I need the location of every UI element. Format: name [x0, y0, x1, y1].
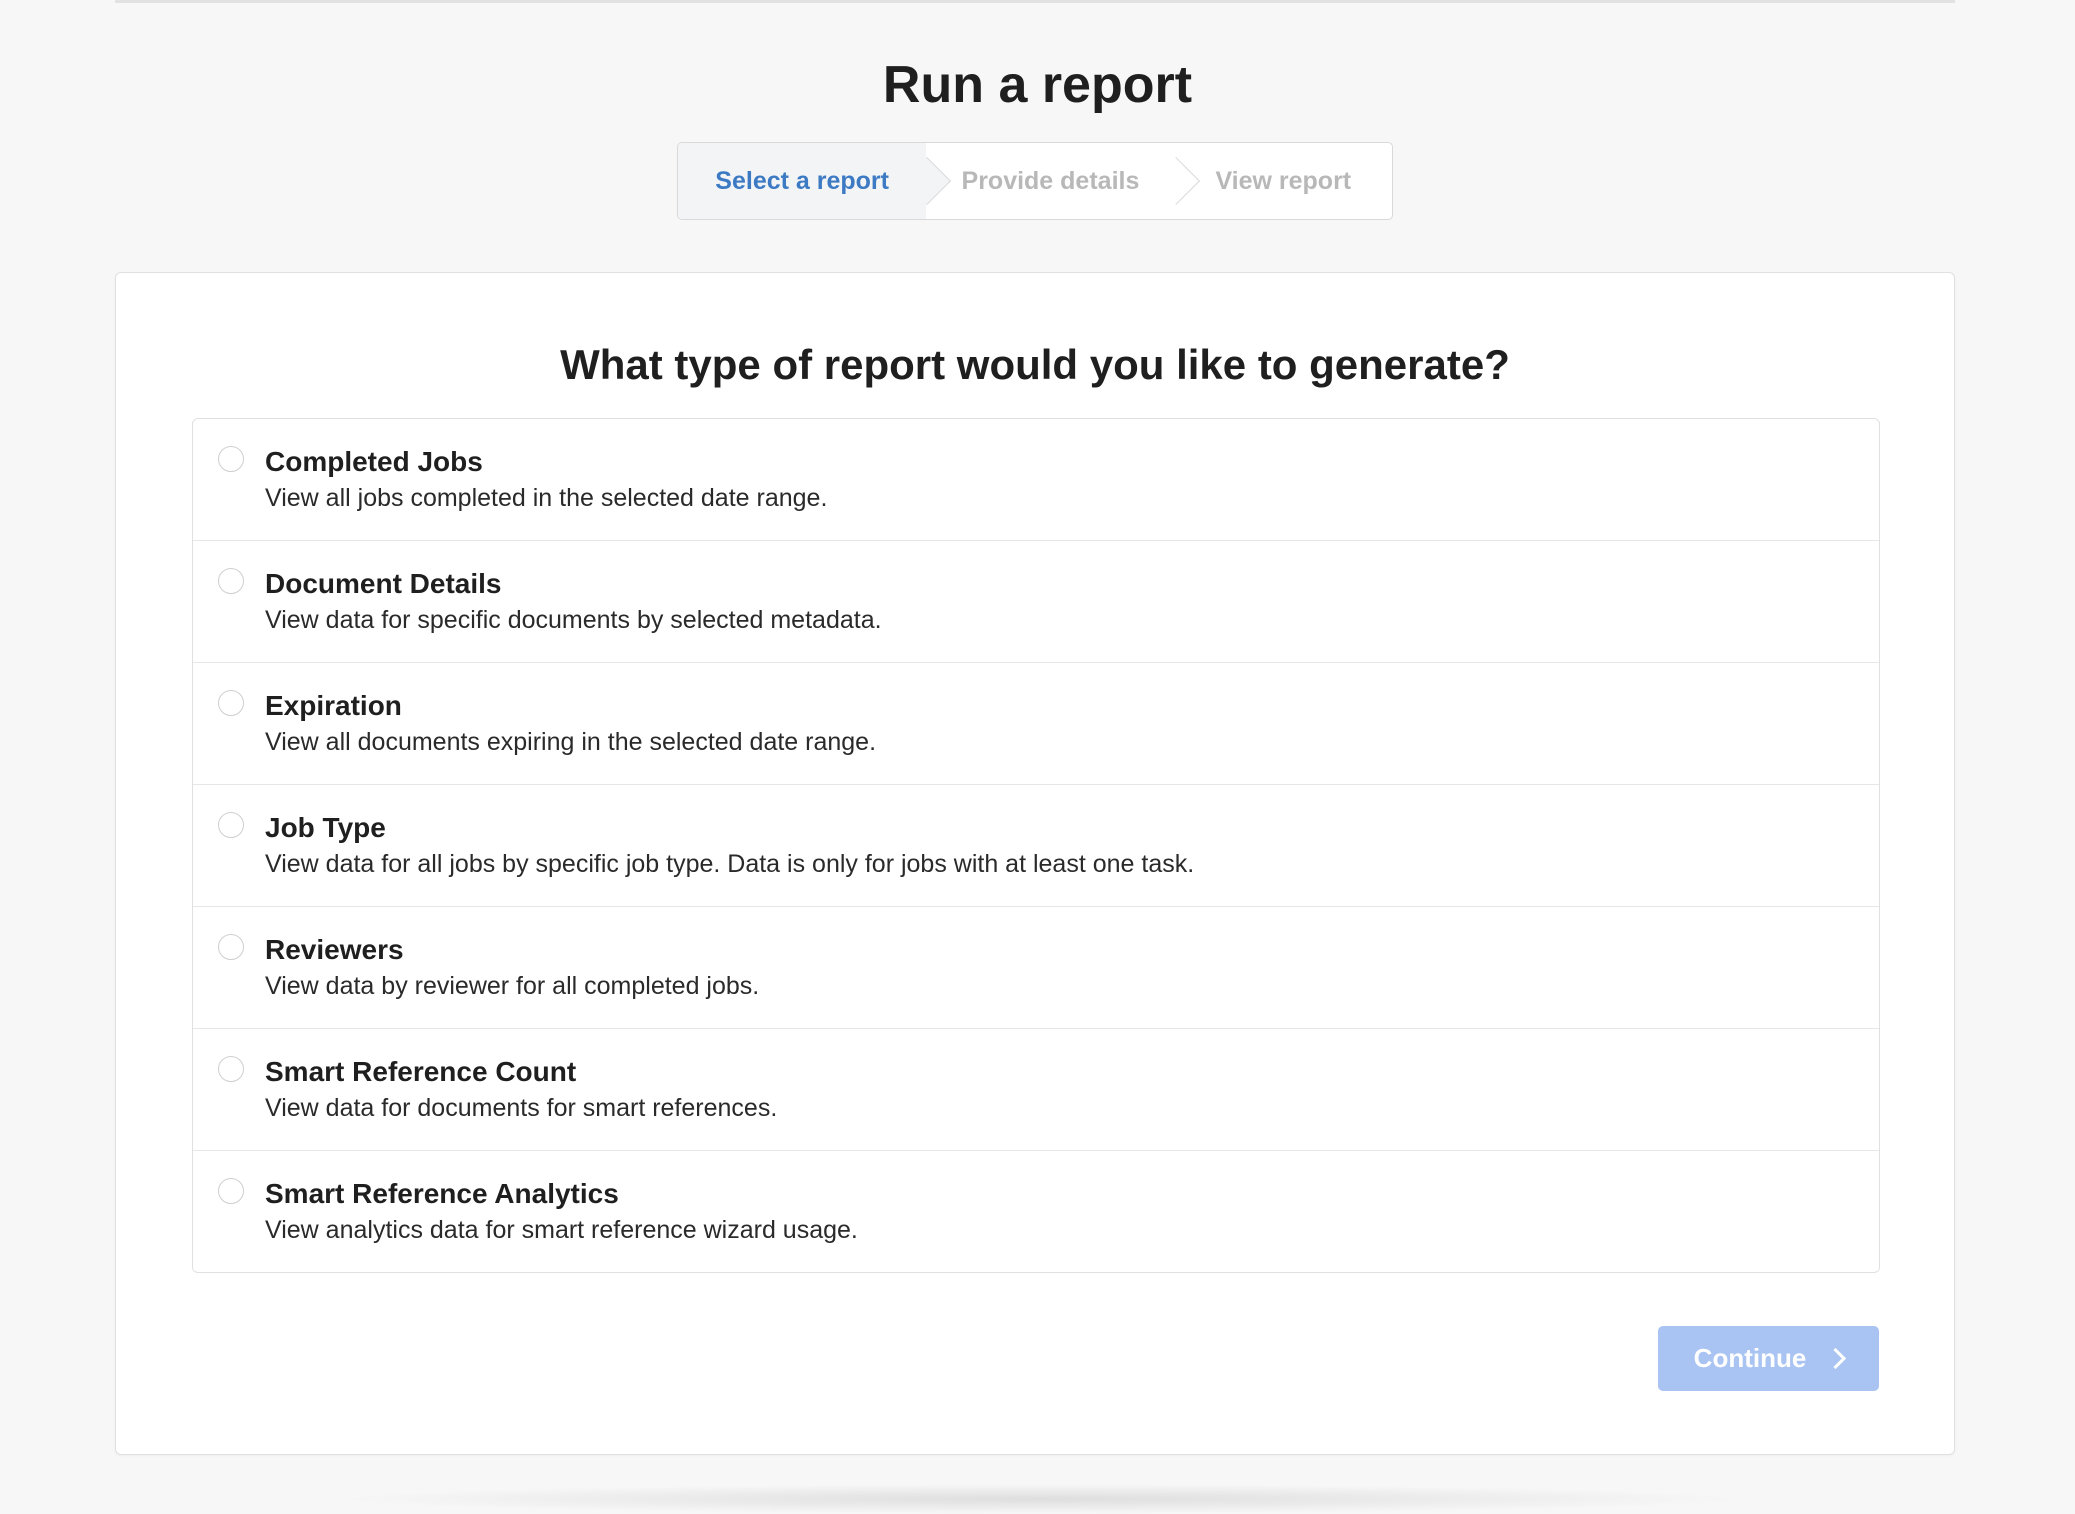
- option-description: View data for all jobs by specific job t…: [265, 850, 1195, 878]
- report-option-smart-reference-analytics[interactable]: Smart Reference Analytics View analytics…: [193, 1151, 1879, 1272]
- option-description: View data for documents for smart refere…: [265, 1094, 778, 1122]
- radio-button[interactable]: [218, 690, 244, 716]
- report-options-list: Completed Jobs View all jobs completed i…: [192, 418, 1880, 1273]
- option-description: View analytics data for smart reference …: [265, 1216, 858, 1244]
- report-option-reviewers[interactable]: Reviewers View data by reviewer for all …: [193, 907, 1879, 1029]
- page-title: Run a report: [882, 56, 1193, 114]
- step-select-report[interactable]: Select a report: [678, 143, 952, 219]
- option-title: Expiration: [265, 690, 402, 721]
- report-type-question: What type of report would you like to ge…: [560, 341, 1510, 388]
- bottom-shadow: [330, 1484, 1750, 1514]
- step-view-report[interactable]: View report: [1175, 143, 1392, 219]
- report-option-document-details[interactable]: Document Details View data for specific …: [193, 541, 1879, 663]
- step-provide-details[interactable]: Provide details: [926, 143, 1200, 219]
- option-title: Job Type: [265, 812, 386, 843]
- option-description: View all jobs completed in the selected …: [265, 484, 828, 512]
- report-option-expiration[interactable]: Expiration View all documents expiring i…: [193, 663, 1879, 785]
- report-option-smart-reference-count[interactable]: Smart Reference Count View data for docu…: [193, 1029, 1879, 1151]
- option-title: Completed Jobs: [265, 446, 483, 477]
- radio-button[interactable]: [218, 446, 244, 472]
- wizard-stepper: Select a report Provide details View rep…: [677, 142, 1393, 220]
- option-title: Document Details: [265, 568, 502, 599]
- radio-button[interactable]: [218, 934, 244, 960]
- step-label: Provide details: [961, 166, 1140, 195]
- step-label: View report: [1215, 166, 1352, 195]
- radio-button[interactable]: [218, 1056, 244, 1082]
- option-description: View data by reviewer for all completed …: [265, 972, 760, 1000]
- option-description: View all documents expiring in the selec…: [265, 728, 877, 756]
- chevron-right-icon: [1825, 1347, 1847, 1370]
- continue-button[interactable]: Continue: [1658, 1326, 1879, 1391]
- step-label: Select a report: [715, 166, 889, 195]
- report-option-job-type[interactable]: Job Type View data for all jobs by speci…: [193, 785, 1879, 907]
- report-option-completed-jobs[interactable]: Completed Jobs View all jobs completed i…: [193, 419, 1879, 541]
- radio-button[interactable]: [218, 1178, 244, 1204]
- option-title: Reviewers: [265, 934, 404, 965]
- continue-label: Continue: [1693, 1343, 1807, 1373]
- radio-button[interactable]: [218, 812, 244, 838]
- option-description: View data for specific documents by sele…: [265, 606, 882, 634]
- report-type-card: What type of report would you like to ge…: [115, 272, 1955, 1455]
- top-divider: [115, 0, 1955, 3]
- option-title: Smart Reference Analytics: [265, 1178, 619, 1209]
- radio-button[interactable]: [218, 568, 244, 594]
- option-title: Smart Reference Count: [265, 1056, 577, 1087]
